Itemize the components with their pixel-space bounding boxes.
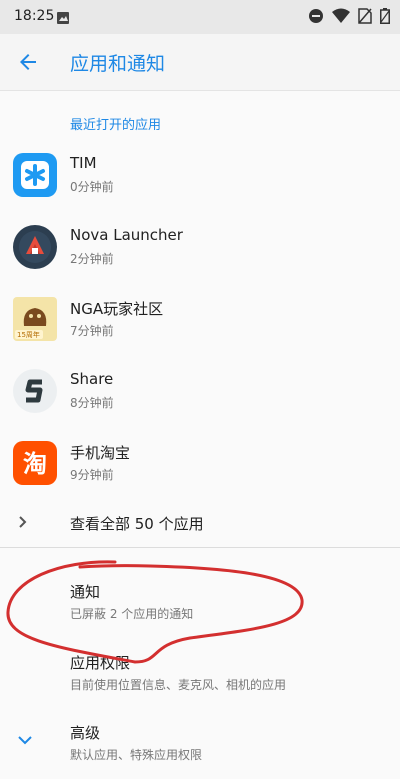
app-last-used: 0分钟前 — [70, 180, 114, 194]
nova-launcher-icon — [12, 224, 58, 270]
page-title: 应用和通知 — [70, 53, 166, 75]
image-notification-icon — [56, 10, 70, 29]
wifi-icon — [332, 8, 350, 28]
do-not-disturb-icon — [308, 8, 324, 28]
svg-text:淘: 淘 — [23, 450, 47, 478]
app-name: 手机淘宝 — [70, 444, 131, 462]
tim-icon — [12, 152, 58, 198]
section-divider — [0, 547, 400, 548]
chevron-right-icon — [16, 512, 30, 536]
chevron-down-icon — [16, 732, 34, 751]
notifications-setting[interactable]: 通知 已屏蔽 2 个应用的通知 — [0, 581, 400, 627]
app-name: Share — [70, 370, 114, 388]
setting-title: 高级 — [70, 724, 101, 742]
app-row-taobao[interactable]: 淘 手机淘宝 9分钟前 — [0, 428, 400, 498]
app-last-used: 8分钟前 — [70, 396, 114, 410]
see-all-apps-label: 查看全部 50 个应用 — [70, 515, 204, 533]
app-row-share[interactable]: Share 8分钟前 — [0, 356, 400, 426]
battery-icon — [380, 8, 390, 28]
share-icon — [12, 368, 58, 414]
nga-icon: 15周年 — [12, 296, 58, 342]
setting-title: 通知 — [70, 583, 101, 601]
setting-subtitle: 目前使用位置信息、麦克风、相机的应用 — [70, 678, 287, 692]
app-row-nova-launcher[interactable]: Nova Launcher 2分钟前 — [0, 212, 400, 282]
advanced-setting[interactable]: 高级 默认应用、特殊应用权限 — [0, 722, 400, 768]
status-bar: 18:25 — [0, 0, 400, 34]
see-all-apps-button[interactable]: 查看全部 50 个应用 — [0, 500, 400, 546]
app-name: Nova Launcher — [70, 226, 183, 244]
app-row-nga[interactable]: 15周年 NGA玩家社区 7分钟前 — [0, 284, 400, 354]
setting-subtitle: 已屏蔽 2 个应用的通知 — [70, 607, 194, 621]
app-name: TIM — [70, 154, 97, 172]
status-time: 18:25 — [14, 8, 55, 24]
app-row-tim[interactable]: TIM 0分钟前 — [0, 140, 400, 210]
app-name: NGA玩家社区 — [70, 300, 164, 318]
no-sim-icon — [358, 8, 372, 28]
svg-text:15周年: 15周年 — [17, 330, 40, 339]
app-last-used: 2分钟前 — [70, 252, 114, 266]
setting-title: 应用权限 — [70, 654, 131, 672]
recent-apps-label: 最近打开的应用 — [70, 118, 162, 133]
app-last-used: 7分钟前 — [70, 324, 114, 338]
app-permissions-setting[interactable]: 应用权限 目前使用位置信息、麦克风、相机的应用 — [0, 652, 400, 698]
back-arrow-icon[interactable] — [16, 50, 40, 74]
app-bar: 应用和通知 — [0, 34, 400, 91]
taobao-icon: 淘 — [12, 440, 58, 486]
app-last-used: 9分钟前 — [70, 468, 114, 482]
setting-subtitle: 默认应用、特殊应用权限 — [70, 748, 203, 762]
